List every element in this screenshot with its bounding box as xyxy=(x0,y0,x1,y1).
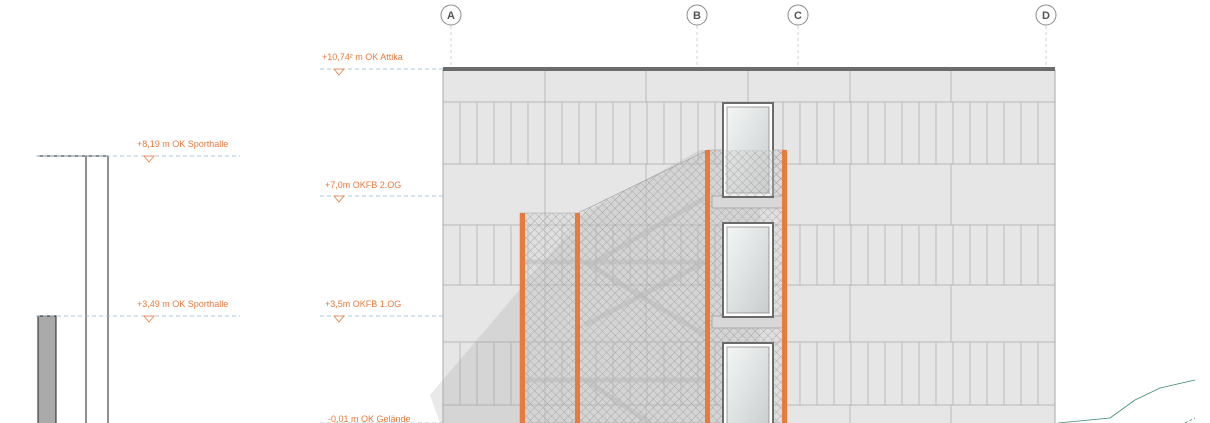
axis-marker-b: B xyxy=(686,4,708,26)
axis-label-c: C xyxy=(794,10,802,22)
axis-label-a: A xyxy=(447,10,455,22)
axis-marker-a: A xyxy=(440,4,462,26)
window-eg xyxy=(722,342,774,423)
attika-coping xyxy=(443,67,1055,71)
terrain-line xyxy=(1057,379,1196,423)
axis-marker-d: D xyxy=(1035,4,1057,26)
elevation-drawing: A B C D +10,74² m OK Attika +7,0m OKFB 2… xyxy=(36,4,1196,423)
level-label-sporthalle-mid: +3,49 m OK Sporthalle xyxy=(137,299,228,309)
level-label-gelaende: -0,01 m OK Gelände xyxy=(328,414,411,423)
level-label-attika: +10,74² m OK Attika xyxy=(322,52,403,62)
datum-lines xyxy=(36,68,443,423)
axis-label-b: B xyxy=(693,10,701,22)
window-1og xyxy=(722,222,774,318)
level-markers xyxy=(143,68,345,323)
axis-marker-c: C xyxy=(787,4,809,26)
sporthalle-outline xyxy=(37,155,109,423)
level-label-sporthalle-top: +8,19 m OK Sporthalle xyxy=(137,139,228,149)
level-label-2og: +7,0m OKFB 2.OG xyxy=(325,180,401,190)
axis-label-d: D xyxy=(1042,10,1050,22)
grid-axes: A B C D xyxy=(440,4,1057,70)
level-label-1og: +3,5m OKFB 1.OG xyxy=(325,299,401,309)
